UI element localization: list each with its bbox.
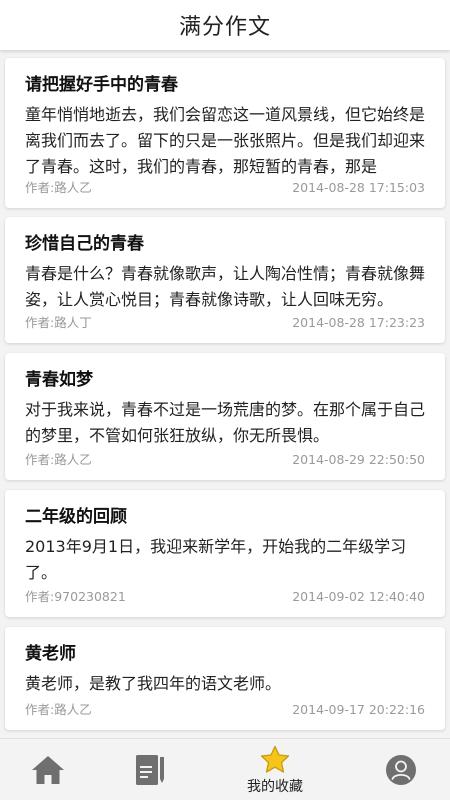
- top-bar: 满分作文: [0, 0, 450, 50]
- article-card[interactable]: 请把握好手中的青春 童年悄悄地逝去，我们会留恋这一道风景线，但它始终是离我们而去…: [5, 58, 445, 208]
- tab-favorites[interactable]: 我的收藏: [219, 739, 331, 800]
- article-time: 2014-08-29 22:50:50: [292, 452, 425, 467]
- article-title: 二年级的回顾: [25, 507, 127, 527]
- user-icon: [385, 754, 417, 786]
- home-icon: [31, 754, 65, 786]
- article-time: 2014-09-02 12:40:40: [292, 589, 425, 604]
- article-meta: 作者:路人乙 2014-09-17 20:22:16: [25, 702, 425, 718]
- article-card[interactable]: 二年级的回顾 2013年9月1日，我迎来新学年，开始我的二年级学习了。 作者:9…: [5, 490, 445, 617]
- article-time: 2014-09-17 20:22:16: [292, 702, 425, 717]
- article-author: 作者:路人乙: [25, 702, 92, 717]
- article-title: 请把握好手中的青春: [25, 75, 178, 95]
- article-card[interactable]: 青春如梦 对于我来说，青春不过是一场荒唐的梦。在那个属于自己的梦里，不管如何张狂…: [5, 353, 445, 480]
- document-edit-icon: [134, 753, 166, 787]
- article-meta: 作者:970230821 2014-09-02 12:40:40: [25, 589, 425, 605]
- article-author: 作者:970230821: [25, 589, 126, 604]
- article-title: 黄老师: [25, 644, 76, 664]
- tab-write[interactable]: [94, 739, 206, 800]
- article-author: 作者:路人乙: [25, 180, 92, 195]
- article-list[interactable]: 请把握好手中的青春 童年悄悄地逝去，我们会留恋这一道风景线，但它始终是离我们而去…: [0, 50, 450, 738]
- article-title: 珍惜自己的青春: [25, 234, 144, 254]
- article-author: 作者:路人丁: [25, 315, 92, 330]
- article-title: 青春如梦: [25, 370, 93, 390]
- article-meta: 作者:路人乙 2014-08-29 22:50:50: [25, 452, 425, 468]
- app-screen: 满分作文 请把握好手中的青春 童年悄悄地逝去，我们会留恋这一道风景线，但它始终是…: [0, 0, 450, 800]
- article-time: 2014-08-28 17:23:23: [292, 315, 425, 330]
- article-excerpt: 童年悄悄地逝去，我们会留恋这一道风景线，但它始终是离我们而去了。留下的只是一张张…: [25, 105, 425, 176]
- article-card[interactable]: 黄老师 黄老师，是教了我四年的语文老师。 作者:路人乙 2014-09-17 2…: [5, 627, 445, 730]
- tab-profile[interactable]: [345, 739, 450, 800]
- tab-favorites-label: 我的收藏: [247, 778, 303, 795]
- article-time: 2014-08-28 17:15:03: [292, 180, 425, 195]
- article-excerpt: 黄老师，是教了我四年的语文老师。: [25, 674, 282, 693]
- tab-home[interactable]: [0, 739, 104, 800]
- article-author: 作者:路人乙: [25, 452, 92, 467]
- article-excerpt: 对于我来说，青春不过是一场荒唐的梦。在那个属于自己的梦里，不管如何张狂放纵，你无…: [25, 400, 425, 445]
- star-icon: [260, 745, 290, 773]
- page-title: 满分作文: [178, 15, 271, 40]
- bottom-tab-bar: 我的收藏: [0, 738, 450, 800]
- article-card[interactable]: 珍惜自己的青春 青春是什么？青春就像歌声，让人陶冶性情；青春就像舞姿，让人赏心悦…: [5, 217, 445, 343]
- article-meta: 作者:路人乙 2014-08-28 17:15:03: [25, 180, 425, 196]
- article-excerpt: 2013年9月1日，我迎来新学年，开始我的二年级学习了。: [25, 537, 407, 582]
- article-excerpt: 青春是什么？青春就像歌声，让人陶冶性情；青春就像舞姿，让人赏心悦目；青春就像诗歌…: [25, 264, 425, 309]
- article-meta: 作者:路人丁 2014-08-28 17:23:23: [25, 315, 425, 331]
